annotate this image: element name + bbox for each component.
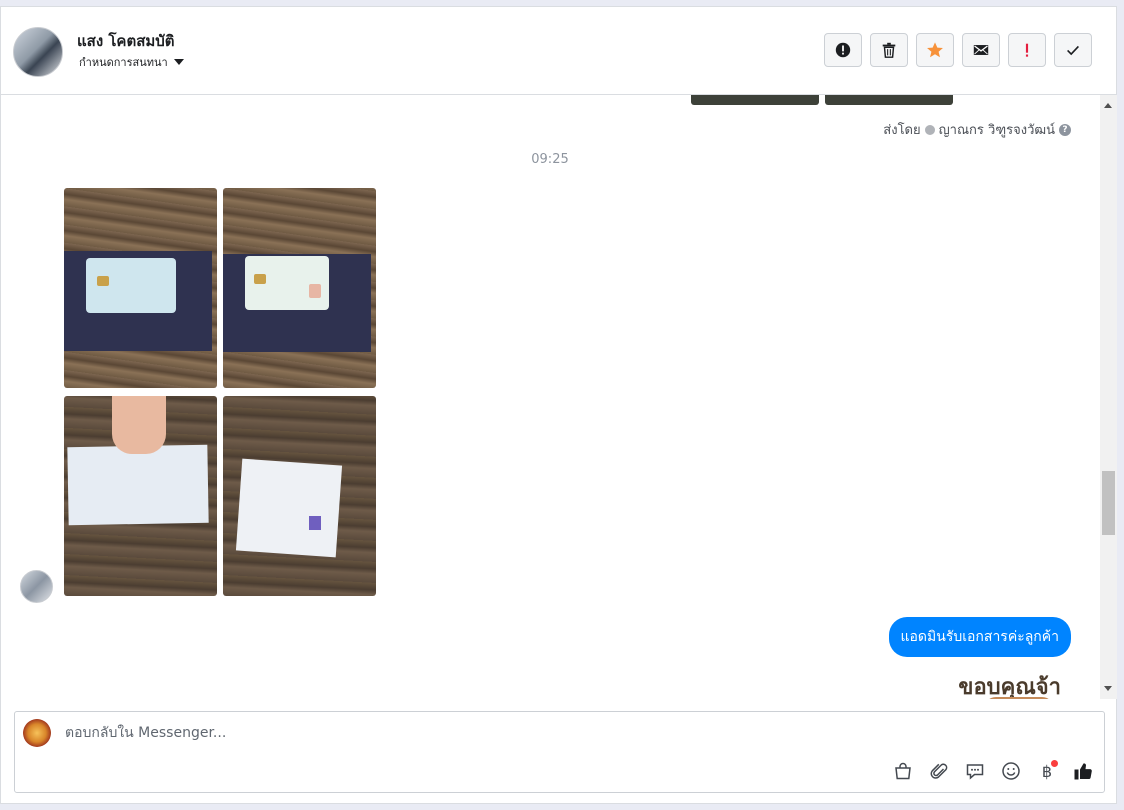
exclamation-circle-icon [835,42,851,58]
reply-composer: ฿ [14,711,1105,793]
payment-button[interactable]: ฿ [1036,760,1058,782]
mark-unread-button[interactable] [962,33,1000,67]
emoji-button[interactable] [1000,760,1022,782]
thumbs-up-icon [1074,763,1092,780]
photo-attachment[interactable] [223,188,376,388]
scrollbar-thumb[interactable] [1102,471,1115,535]
shopping-bag-button[interactable] [892,760,914,782]
previous-photo-thumbnail[interactable] [691,95,819,105]
notification-dot [1051,760,1058,767]
photo-paper [67,444,209,526]
assign-conversation-dropdown[interactable]: กำหนดการสนทนา [79,53,184,71]
outgoing-message-bubble[interactable]: แอดมินรับเอกสารค่ะลูกค้า [888,617,1071,657]
photo-attachment[interactable] [64,188,217,388]
help-icon[interactable]: ? [1059,123,1071,136]
sent-by-line: ส่งโดย ญาณกร วิฑูรจงวัฒน์ ? [883,119,1071,140]
admin-badge-icon [924,124,935,135]
scroll-up-arrow-icon[interactable] [1104,103,1112,108]
message-timestamp: 09:25 [531,152,569,167]
saved-reply-icon [966,764,984,780]
thread-scrollbar[interactable] [1100,95,1117,699]
page-avatar [23,719,51,747]
booklet-portrait [309,516,321,530]
report-button[interactable] [824,33,862,67]
inbox-conversation-window: แสง โคตสมบัติ กำหนดการสนทนา ส่งโดย ญาณกร… [0,6,1117,804]
assign-conversation-label: กำหนดการสนทนา [79,56,168,69]
sticker-image[interactable] [984,697,1054,699]
caret-down-icon [173,59,184,65]
checkmark-icon [1067,45,1079,56]
sent-by-prefix: ส่งโดย [883,123,921,138]
conversation-header: แสง โคตสมบัติ กำหนดการสนทนา [1,7,1116,95]
envelope-icon [973,45,989,55]
star-icon [927,42,943,58]
conversation-actions [824,33,1092,67]
sticker-text[interactable]: ขอบคุณจ้า [958,669,1061,699]
contact-name[interactable]: แสง โคตสมบัติ [77,29,175,53]
star-button[interactable] [916,33,954,67]
scroll-down-arrow-icon[interactable] [1104,686,1112,691]
like-button[interactable] [1072,760,1094,782]
reply-input[interactable] [63,720,967,746]
sender-avatar[interactable] [20,570,53,603]
photo-attachment[interactable] [64,396,217,596]
card-portrait [309,284,321,298]
photo-attachment[interactable] [223,396,376,596]
photo-paper [235,458,343,558]
composer-tools: ฿ [892,760,1094,782]
shopping-bag-icon [895,762,911,780]
photo-hand [112,396,166,454]
contact-avatar[interactable] [13,27,63,77]
follow-up-button[interactable] [1008,33,1046,67]
attach-button[interactable] [928,760,950,782]
sent-by-name[interactable]: ญาณกร วิฑูรจงวัฒน์ [939,119,1055,140]
delete-button[interactable] [870,33,908,67]
mark-done-button[interactable] [1054,33,1092,67]
exclamation-icon [1025,43,1029,57]
message-thread: ส่งโดย ญาณกร วิฑูรจงวัฒน์ ? 09:25 แอดมิน… [1,95,1099,699]
emoji-icon [1002,762,1020,780]
paperclip-icon [930,763,948,779]
trash-icon [882,42,896,58]
card-chip [254,274,266,284]
saved-reply-button[interactable] [964,760,986,782]
card-chip [97,276,109,286]
previous-photo-thumbnail[interactable] [825,95,953,105]
